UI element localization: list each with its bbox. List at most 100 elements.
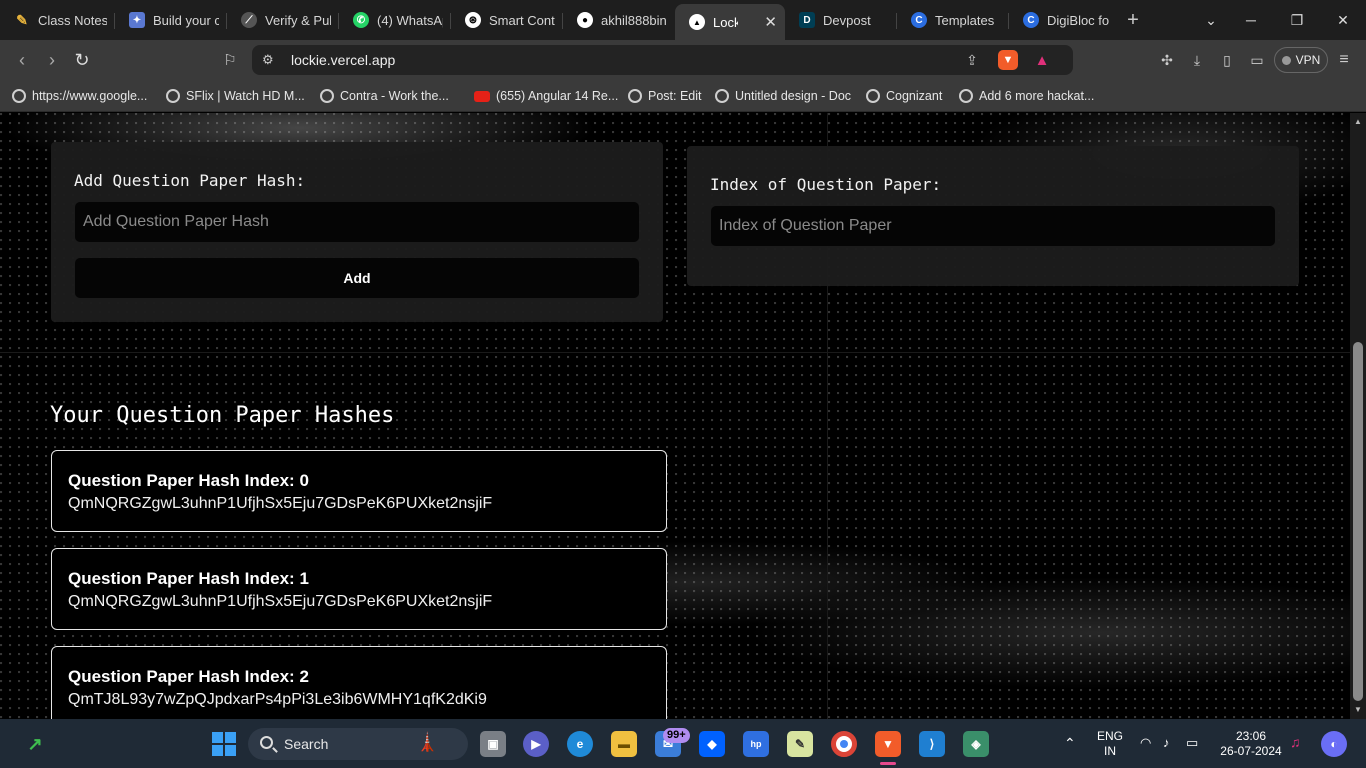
chart-icon: ⟋ — [241, 12, 257, 28]
back-icon[interactable]: ‹ — [10, 48, 34, 72]
add-hash-panel: Add Question Paper Hash: Add — [51, 142, 663, 322]
wifi-icon[interactable]: ◠ — [1140, 735, 1151, 750]
canva-icon: C — [911, 12, 927, 28]
bookmark-item[interactable]: Contra - Work the... — [320, 87, 449, 105]
file-explorer-icon[interactable]: ▬ — [611, 731, 637, 757]
tab-class-notes[interactable]: ✎ Class Notes — [0, 4, 115, 36]
globe-icon — [320, 89, 334, 103]
globe-icon — [628, 89, 642, 103]
devtool-icon[interactable]: ◈ — [963, 731, 989, 757]
tab-smart-contract[interactable]: ⊛ Smart Contr — [451, 4, 563, 36]
vpn-status-icon — [1281, 55, 1291, 65]
tab-digibloc[interactable]: C DigiBloc for — [1009, 4, 1117, 36]
wallet-icon[interactable]: ▭ — [1247, 50, 1267, 70]
hash-card: Question Paper Hash Index: 1 QmNQRGZgwL3… — [51, 548, 667, 630]
close-tab-icon[interactable]: ✕ — [764, 13, 777, 31]
bookmark-item[interactable]: (655) Angular 14 Re... — [474, 87, 618, 105]
taskbar-search[interactable]: Search 🗼 — [248, 728, 468, 760]
sidebar-icon[interactable]: ▯ — [1217, 50, 1237, 70]
hash-card-value: QmNQRGZgwL3uhnP1UfjhSx5Eju7GDsPeK6PUXket… — [68, 495, 493, 512]
bookmark-item[interactable]: Cognizant — [866, 87, 942, 105]
youtube-icon — [474, 90, 490, 102]
scrollbar-thumb[interactable] — [1353, 342, 1363, 701]
copilot-icon[interactable]: ◐ — [1321, 731, 1347, 757]
background-divider — [0, 352, 1350, 353]
task-view-icon[interactable]: ▣ — [480, 731, 506, 757]
bookmark-item[interactable]: Post: Edit — [628, 87, 702, 105]
brave-icon[interactable]: ▼ — [875, 731, 901, 757]
stocks-widget-icon[interactable]: ↗ — [22, 731, 48, 757]
meet-icon[interactable]: ▶ — [523, 731, 549, 757]
page-scrollbar[interactable]: ▲ ▼ — [1350, 113, 1366, 719]
reload-icon[interactable]: ↻ — [70, 48, 94, 72]
language-indicator[interactable]: ENG IN — [1095, 729, 1125, 759]
globe-icon — [866, 89, 880, 103]
notes-app-icon[interactable]: ✎ — [787, 731, 813, 757]
tab-lockie[interactable]: ▲ Lockie ✕ — [675, 4, 785, 40]
hash-card-title: Question Paper Hash Index: 0 — [68, 471, 309, 490]
scroll-down-icon[interactable]: ▼ — [1353, 705, 1363, 714]
mail-badge: 99+ — [663, 728, 690, 743]
forward-icon[interactable]: › — [40, 48, 64, 72]
download-icon[interactable]: ⤓ — [1187, 50, 1207, 70]
url-field[interactable]: ⚙ lockie.vercel.app — [252, 45, 1073, 75]
bookmarks-bar: https://www.google... SFlix | Watch HD M… — [0, 80, 1366, 112]
brave-rewards-icon[interactable]: ▲ — [1032, 50, 1052, 70]
index-input[interactable] — [711, 206, 1275, 246]
new-tab-button[interactable]: + — [1117, 9, 1149, 32]
pencil-icon: ✎ — [16, 11, 28, 28]
tab-devpost[interactable]: D Devpost — [785, 4, 897, 36]
search-highlight-icon: 🗼 — [416, 732, 439, 752]
app-icon: ✦ — [129, 12, 145, 28]
hash-card-title: Question Paper Hash Index: 2 — [68, 667, 309, 686]
vscode-icon[interactable]: ⟩ — [919, 731, 945, 757]
tab-verify-publish[interactable]: ⟋ Verify & Pul — [227, 4, 339, 36]
edge-icon[interactable]: e — [567, 731, 593, 757]
whatsapp-icon: ✆ — [353, 12, 369, 28]
bookmark-item[interactable]: Untitled design - Doc — [715, 87, 851, 105]
globe-icon — [959, 89, 973, 103]
restore-button[interactable]: ❐ — [1274, 0, 1320, 40]
hash-card: Question Paper Hash Index: 2 QmTJ8L93y7w… — [51, 646, 667, 719]
add-button[interactable]: Add — [75, 258, 639, 298]
hash-card-title: Question Paper Hash Index: 1 — [68, 569, 309, 588]
openai-icon: ⊛ — [465, 12, 481, 28]
globe-icon — [12, 89, 26, 103]
windows-start-icon[interactable] — [211, 731, 237, 757]
globe-icon — [166, 89, 180, 103]
tab-whatsapp[interactable]: ✆ (4) WhatsAp — [339, 4, 451, 36]
menu-icon[interactable]: ≡ — [1334, 50, 1354, 70]
clock[interactable]: 23:06 26-07-2024 — [1216, 729, 1286, 759]
tab-templates[interactable]: C Templates — [897, 4, 1009, 36]
tab-github[interactable]: ● akhil888bin — [563, 4, 675, 36]
bookmark-item[interactable]: Add 6 more hackat... — [959, 87, 1094, 105]
site-info-icon[interactable]: ⚙ — [262, 52, 274, 68]
chrome-icon[interactable] — [831, 731, 857, 757]
tab-build-your[interactable]: ✦ Build your c — [115, 4, 227, 36]
notification-bell-icon[interactable]: ♫ — [1290, 735, 1301, 750]
page-content: Add Question Paper Hash: Add Index of Qu… — [0, 113, 1350, 719]
taskbar — [0, 719, 1366, 768]
show-hidden-icons-icon[interactable]: ⌃ — [1064, 736, 1076, 751]
share-icon[interactable]: ⇪ — [962, 50, 982, 70]
active-app-indicator — [880, 762, 896, 765]
search-icon — [260, 736, 273, 749]
volume-icon[interactable]: ♪ — [1163, 735, 1170, 750]
index-label: Index of Question Paper: — [710, 175, 942, 194]
myhp-icon[interactable]: hp — [743, 731, 769, 757]
brave-shields-icon[interactable]: ▼ — [998, 50, 1018, 70]
extensions-icon[interactable]: ✣ — [1157, 50, 1177, 70]
hash-card: Question Paper Hash Index: 0 QmNQRGZgwL3… — [51, 450, 667, 532]
vercel-icon: ▲ — [689, 14, 705, 30]
minimize-button[interactable]: ─ — [1228, 0, 1274, 40]
close-window-button[interactable]: ✕ — [1320, 0, 1366, 40]
dropbox-icon[interactable]: ◆ — [699, 731, 725, 757]
bookmark-icon[interactable]: ⚐ — [218, 48, 242, 72]
bookmark-item[interactable]: SFlix | Watch HD M... — [166, 87, 305, 105]
add-hash-input[interactable] — [75, 202, 639, 242]
vpn-button[interactable]: VPN — [1274, 47, 1328, 73]
bookmark-item[interactable]: https://www.google... — [12, 87, 147, 105]
github-icon: ● — [577, 12, 593, 28]
battery-icon[interactable]: ▭ — [1186, 735, 1198, 750]
scroll-up-icon[interactable]: ▲ — [1353, 117, 1363, 126]
